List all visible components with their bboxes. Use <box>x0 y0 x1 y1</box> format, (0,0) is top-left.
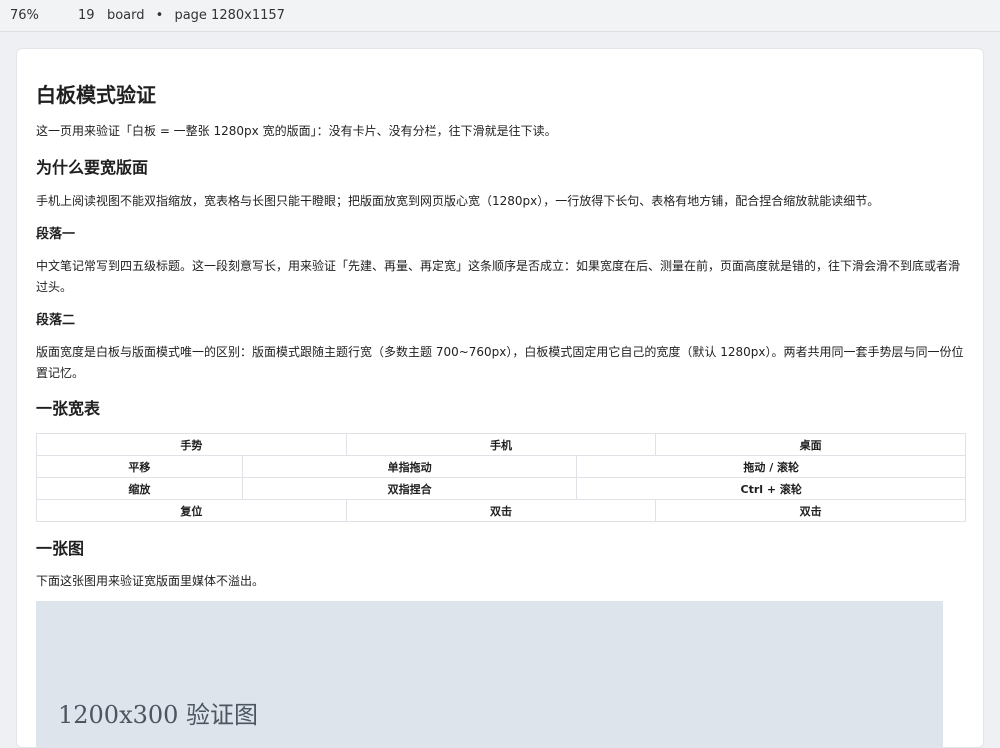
table-cell: Ctrl + 滚轮 <box>577 478 966 499</box>
image-caption: 1200x300 验证图 <box>58 701 259 729</box>
table-row: 缩放 双指捏合 Ctrl + 滚轮 <box>36 477 966 499</box>
gesture-table: 手势 手机 桌面 平移 单指拖动 拖动 / 滚轮 缩放 双指捏合 Ctrl + … <box>36 433 966 522</box>
heading-wide-table: 一张宽表 <box>36 399 101 418</box>
heading-paragraph-one: 段落一 <box>36 227 76 242</box>
table-cell: 平移 <box>37 456 243 477</box>
heading-why-wide: 为什么要宽版面 <box>36 158 149 177</box>
table-header-cell: 桌面 <box>656 434 966 455</box>
top-status-bar: 76% 19 board • page 1280x1157 <box>0 0 1000 32</box>
table-row: 平移 单指拖动 拖动 / 滚轮 <box>36 455 966 477</box>
paragraph-two: 版面宽度是白板与版面模式唯一的区别：版面模式跟随主题行宽（多数主题 700~76… <box>36 345 964 380</box>
table-header-cell: 手机 <box>347 434 657 455</box>
heading-paragraph-two: 段落二 <box>36 313 76 328</box>
board-page[interactable]: 白板模式验证 这一页用来验证「白板 = 一整张 1280px 宽的版面」：没有卡… <box>16 48 984 748</box>
why-wide-paragraph: 手机上阅读视图不能双指缩放，宽表格与长图只能干瞪眼；把版面放宽到网页版心宽（12… <box>36 194 880 208</box>
zoom-level[interactable]: 76% <box>10 8 39 23</box>
table-header-cell: 手势 <box>37 434 347 455</box>
image-paragraph: 下面这张图用来验证宽版面里媒体不溢出。 <box>36 574 265 588</box>
table-cell: 缩放 <box>37 478 243 499</box>
page-title: 白板模式验证 <box>36 83 156 107</box>
table-cell: 复位 <box>37 500 347 521</box>
table-row: 复位 双击 双击 <box>36 499 966 522</box>
table-cell: 单指拖动 <box>243 456 578 477</box>
intro-paragraph: 这一页用来验证「白板 = 一整张 1280px 宽的版面」：没有卡片、没有分栏，… <box>36 124 557 138</box>
paragraph-one: 中文笔记常写到四五级标题。这一段刻意写长，用来验证「先建、再量、再定宽」这条顺序… <box>36 259 961 294</box>
table-cell: 双击 <box>347 500 657 521</box>
page-info: 19 board • page 1280x1157 <box>78 8 285 23</box>
table-cell: 双击 <box>656 500 966 521</box>
table-cell: 拖动 / 滚轮 <box>577 456 966 477</box>
view-mode: board <box>106 8 145 23</box>
separator: • <box>155 8 164 23</box>
placeholder-image: 1200x300 验证图 <box>36 601 943 747</box>
page-size: page 1280x1157 <box>174 8 285 23</box>
table-header-row: 手势 手机 桌面 <box>36 433 966 455</box>
heading-image: 一张图 <box>36 539 85 558</box>
item-count: 19 <box>78 8 95 23</box>
table-cell: 双指捏合 <box>243 478 578 499</box>
